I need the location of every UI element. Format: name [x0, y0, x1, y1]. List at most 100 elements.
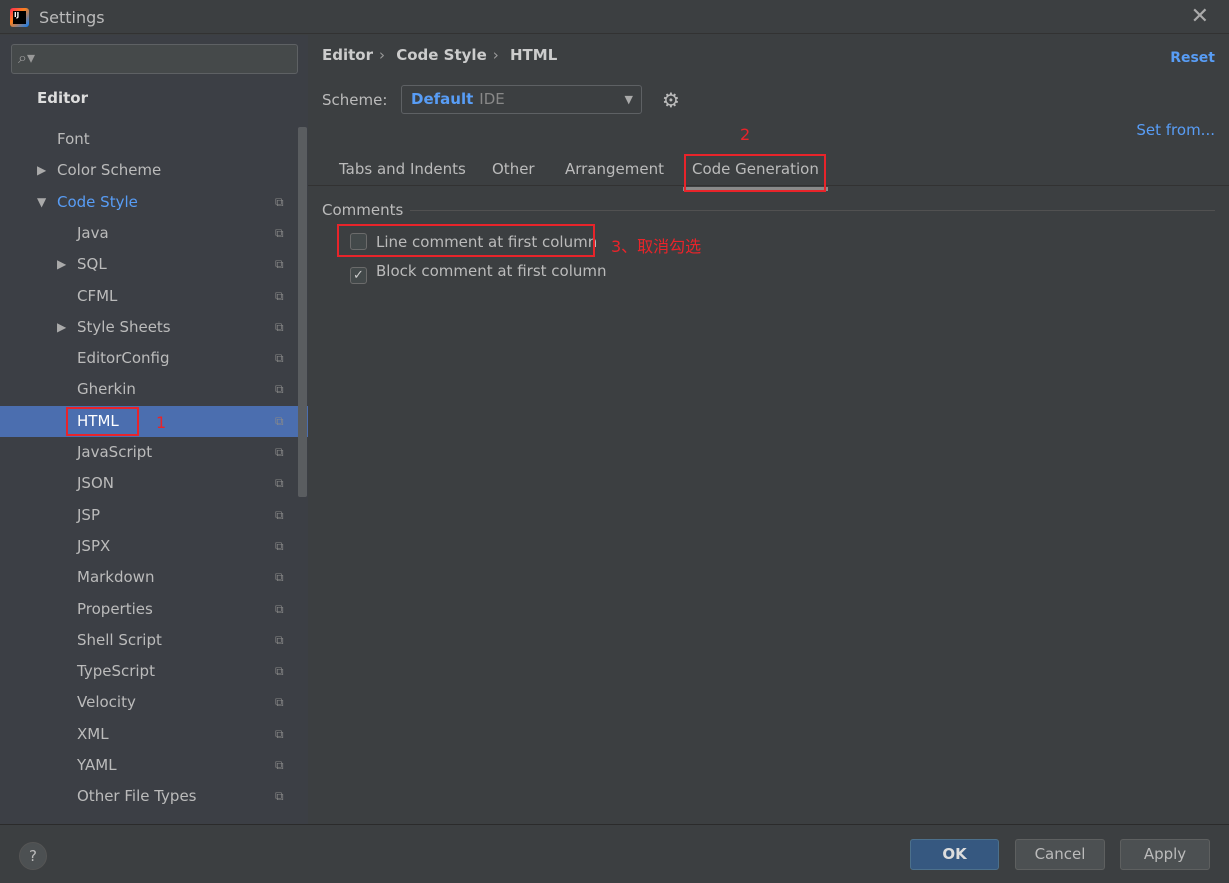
- annotation-box-2: [684, 154, 826, 192]
- sidebar-item-label: Other File Types: [77, 787, 197, 806]
- intellij-logo-icon: IJ: [10, 8, 29, 27]
- copy-settings-icon: ⧉: [275, 194, 284, 209]
- sidebar-item-markdown[interactable]: Markdown ⧉: [0, 562, 298, 593]
- divider: [410, 210, 1215, 211]
- annotation-box-1: [66, 407, 139, 436]
- sidebar-item-label: Style Sheets: [77, 317, 171, 336]
- annotation-1: 1: [156, 413, 167, 432]
- copy-settings-icon: ⧉: [275, 507, 284, 522]
- sidebar-item-yaml[interactable]: YAML ⧉: [0, 750, 298, 781]
- tab-other[interactable]: Other: [492, 160, 535, 178]
- copy-settings-icon: ⧉: [275, 288, 284, 303]
- copy-settings-icon: ⧉: [275, 570, 284, 585]
- copy-settings-icon: ⧉: [275, 476, 284, 491]
- ok-button[interactable]: OK: [910, 839, 999, 870]
- scheme-dropdown[interactable]: Default IDE ▼: [401, 85, 642, 114]
- help-button[interactable]: ?: [19, 842, 47, 870]
- sidebar-item-label: Velocity: [77, 693, 136, 712]
- sidebar-item-label: Code Style: [57, 192, 138, 211]
- tab-tabs-and-indents[interactable]: Tabs and Indents: [339, 160, 466, 178]
- copy-settings-icon: ⧉: [275, 664, 284, 679]
- chevron-right-icon[interactable]: ▶: [57, 249, 66, 280]
- sidebar-item-color-scheme[interactable]: ▶ Color Scheme: [0, 155, 298, 186]
- chevron-down-icon: ▼: [624, 93, 633, 106]
- sidebar-item-label: Shell Script: [77, 630, 162, 649]
- comments-group-label: Comments: [322, 201, 404, 219]
- sidebar-item-label: JSON: [77, 474, 114, 493]
- breadcrumb: Editor › Code Style › HTML: [322, 46, 558, 64]
- sidebar-item-label: YAML: [77, 756, 117, 774]
- tab-arrangement[interactable]: Arrangement: [565, 160, 664, 178]
- sidebar-item-xml[interactable]: XML ⧉: [0, 719, 298, 750]
- section-header: Editor: [37, 89, 287, 111]
- sidebar-item-label: Font: [57, 130, 90, 148]
- chevron-down-icon[interactable]: ▼: [37, 187, 46, 218]
- scheme-scope: IDE: [479, 90, 505, 108]
- window-title: Settings: [39, 8, 105, 27]
- annotation-2: 2: [740, 125, 751, 144]
- annotation-box-3: [337, 224, 595, 257]
- sidebar-item-font[interactable]: Font: [0, 124, 298, 155]
- copy-settings-icon: ⧉: [275, 695, 284, 710]
- sidebar-item-javascript[interactable]: JavaScript ⧉: [0, 437, 298, 468]
- sidebar-item-style-sheets[interactable]: ▶ Style Sheets ⧉: [0, 312, 298, 343]
- sidebar-item-shell-script[interactable]: Shell Script ⧉: [0, 625, 298, 656]
- reset-link[interactable]: Reset: [1170, 50, 1215, 66]
- sidebar-item-label: CFML: [77, 286, 118, 305]
- sidebar-item-gherkin[interactable]: Gherkin ⧉: [0, 374, 298, 405]
- chevron-right-icon[interactable]: ▶: [57, 312, 66, 343]
- apply-button[interactable]: Apply: [1120, 839, 1210, 870]
- copy-settings-icon: ⧉: [275, 758, 284, 772]
- sidebar-item-properties[interactable]: Properties ⧉: [0, 594, 298, 625]
- copy-settings-icon: ⧉: [275, 726, 284, 741]
- copy-settings-icon: ⧉: [275, 601, 284, 616]
- title-bar: IJ Settings ✕: [0, 0, 1229, 34]
- sidebar-item-label: JSP: [77, 505, 100, 524]
- sidebar-item-label: EditorConfig: [77, 349, 170, 368]
- copy-settings-icon: ⧉: [275, 632, 284, 647]
- sidebar-item-label: JSPX: [77, 536, 111, 555]
- checkbox-label: Block comment at first column: [376, 262, 607, 280]
- copy-settings-icon: ⧉: [275, 789, 284, 804]
- sidebar-item-typescript[interactable]: TypeScript ⧉: [0, 656, 298, 687]
- close-icon[interactable]: ✕: [1191, 4, 1209, 29]
- copy-settings-icon: ⧉: [275, 257, 284, 272]
- sidebar-item-label: TypeScript: [77, 662, 155, 681]
- cancel-button[interactable]: Cancel: [1015, 839, 1105, 870]
- dialog-footer: ? OK Cancel Apply: [0, 824, 1229, 883]
- sidebar-item-label: SQL: [77, 255, 107, 274]
- sidebar-item-other-file-types[interactable]: Other File Types ⧉: [0, 781, 298, 812]
- sidebar-item-velocity[interactable]: Velocity ⧉: [0, 687, 298, 718]
- copy-settings-icon: ⧉: [275, 351, 284, 366]
- sidebar-item-java[interactable]: Java ⧉: [0, 218, 298, 249]
- set-from-link[interactable]: Set from...: [1136, 121, 1215, 139]
- copy-settings-icon: ⧉: [275, 445, 284, 459]
- breadcrumb-code-style: Code Style: [396, 46, 487, 64]
- breadcrumb-html: HTML: [509, 46, 558, 64]
- sidebar-item-editorconfig[interactable]: EditorConfig ⧉: [0, 343, 298, 374]
- sidebar-scrollbar[interactable]: [298, 127, 307, 497]
- copy-settings-icon: ⧉: [275, 538, 284, 553]
- sidebar-item-label: Java: [77, 223, 109, 242]
- settings-sidebar: ⌕▾ Editor General Font▶Color Scheme▼Code…: [0, 35, 308, 824]
- copy-settings-icon: ⧉: [275, 382, 284, 397]
- sidebar-item-code-style[interactable]: ▼ Code Style ⧉: [0, 187, 298, 218]
- gear-icon[interactable]: ⚙: [662, 88, 680, 112]
- sidebar-item-cfml[interactable]: CFML ⧉: [0, 281, 298, 312]
- sidebar-item-jsp[interactable]: JSP ⧉: [0, 500, 298, 531]
- sidebar-item-sql[interactable]: ▶ SQL ⧉: [0, 249, 298, 280]
- sidebar-item-label: Markdown: [77, 568, 155, 587]
- annotation-3: 3、取消勾选: [611, 237, 702, 256]
- copy-settings-icon: ⧉: [275, 413, 284, 428]
- check-icon: ✓: [350, 267, 367, 284]
- chevron-right-icon[interactable]: ▶: [37, 155, 46, 186]
- sidebar-item-jspx[interactable]: JSPX ⧉: [0, 531, 298, 562]
- search-input[interactable]: ⌕▾: [11, 44, 298, 74]
- sidebar-item-json[interactable]: JSON ⧉: [0, 468, 298, 499]
- block-comment-checkbox[interactable]: ✓ Block comment at first column: [350, 262, 607, 284]
- copy-settings-icon: ⧉: [275, 225, 284, 240]
- sidebar-item-label: Color Scheme: [57, 161, 162, 180]
- sidebar-item-label: Properties: [77, 599, 153, 618]
- search-icon: ⌕▾: [18, 48, 35, 67]
- sidebar-item-html[interactable]: HTML ⧉: [0, 405, 308, 437]
